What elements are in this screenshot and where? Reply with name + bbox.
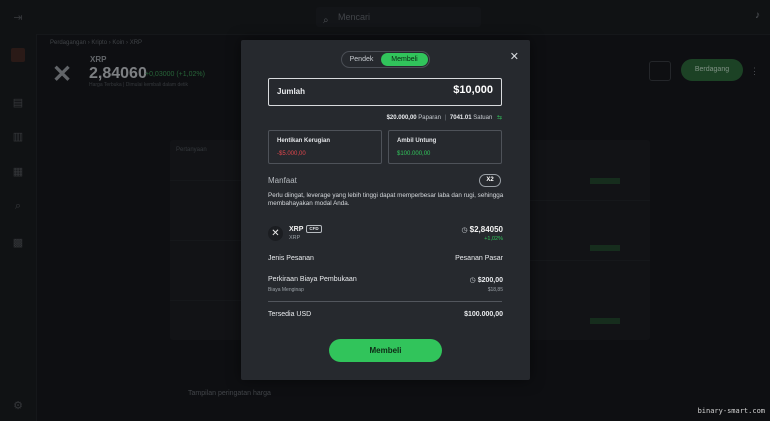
watermark: binary-smart.com (697, 407, 765, 415)
asset-sub: XRP (289, 235, 301, 241)
long-tab[interactable]: Membeli (381, 53, 428, 66)
opening-cost-amount: $200,00 (477, 277, 503, 284)
exposure-value: $20.000,00 (386, 115, 417, 121)
amount-field[interactable]: Jumlah $10,000 (268, 78, 502, 106)
available-label: Tersedia USD (268, 311, 312, 318)
short-tab[interactable]: Pendek (342, 52, 381, 67)
direction-toggle: Pendek Membeli (341, 51, 430, 68)
opening-cost-value: ◷ $200,00 (470, 276, 503, 284)
take-profit-box[interactable]: Ambil Untung $100.000,00 (388, 130, 502, 164)
exposure-summary: $20.000,00 Paparan | 7041.01 Satuan ⇆ (387, 114, 502, 121)
cfd-badge: CFD (306, 225, 322, 233)
stop-loss-title: Hentikan Kerugian (277, 138, 331, 144)
leverage-note: Perlu diingat, leverage yang lebih tingg… (268, 192, 504, 207)
exposure-label: Paparan (418, 115, 441, 121)
separator: | (444, 115, 447, 121)
order-type-label: Jenis Pesanan (268, 255, 314, 262)
xrp-logo-icon: ✕ (268, 226, 283, 241)
amount-value[interactable]: $10,000 (453, 84, 493, 96)
overnight-fee-value: $18,85 (487, 287, 503, 293)
units-value: 7041.01 (449, 115, 472, 121)
stop-loss-box[interactable]: Hentikan Kerugian -$5.000,00 (268, 130, 382, 164)
refresh-icon[interactable]: ⇆ (497, 115, 502, 121)
order-type-value: Pesanan Pasar (455, 255, 503, 262)
close-icon[interactable]: ✕ (510, 52, 519, 63)
take-profit-title: Ambil Untung (397, 138, 437, 144)
buy-button[interactable]: Membeli (329, 339, 442, 362)
leverage-selector[interactable]: X2 (479, 174, 501, 187)
opening-cost-label: Perkiraan Biaya Pembukaan (268, 276, 357, 283)
asset-name: XRP CFD (289, 225, 322, 233)
take-profit-value: $100.000,00 (397, 151, 431, 157)
leverage-label: Manfaat (268, 176, 297, 185)
asset-change: +1,02% (484, 236, 503, 242)
stop-loss-value: -$5.000,00 (277, 151, 306, 157)
overnight-fee-label: Biaya Menginap (268, 287, 304, 293)
asset-price: ◷ $2,84050 (462, 225, 503, 234)
clock-icon: ◷ (461, 227, 468, 234)
units-label: Satuan (473, 115, 493, 121)
divider (268, 301, 502, 302)
asset-price-value: $2,84050 (469, 225, 503, 234)
asset-symbol: XRP (289, 226, 304, 233)
amount-label: Jumlah (277, 87, 306, 96)
available-value: $100.000,00 (464, 311, 503, 318)
clock-icon: ◷ (469, 277, 476, 284)
trade-modal: Pendek Membeli ✕ Jumlah $10,000 $20.000,… (241, 40, 530, 380)
